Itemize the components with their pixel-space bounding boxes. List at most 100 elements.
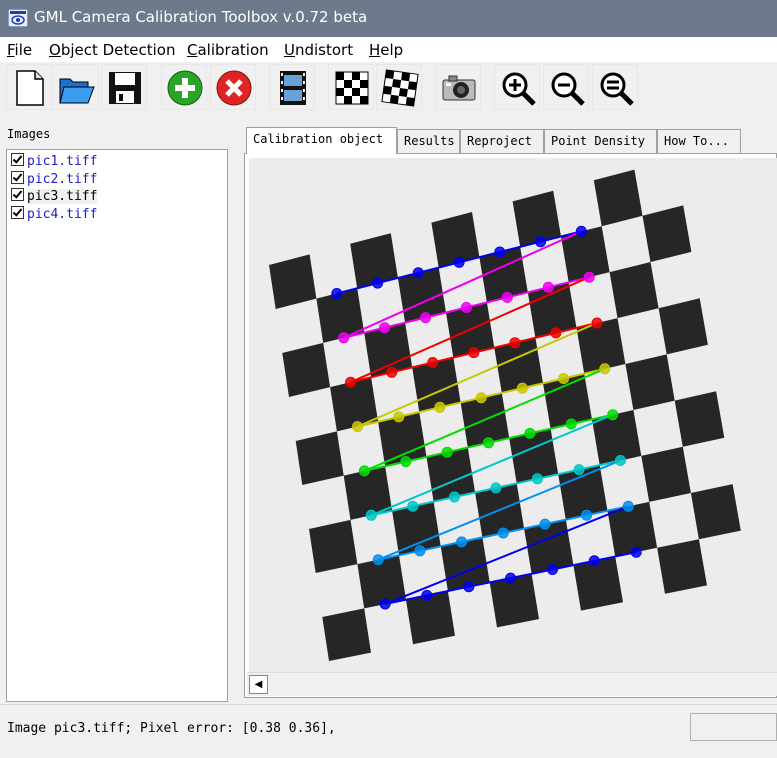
status-text: Image pic3.tiff; Pixel error: [0.38 0.36… (7, 721, 336, 736)
detected-corner-point (531, 473, 543, 485)
board-square (322, 608, 371, 661)
detected-corner-point (421, 589, 433, 601)
detected-corner-point (583, 271, 595, 283)
detected-corner-point (558, 373, 570, 384)
calibration-board-svg (249, 158, 777, 674)
new-button[interactable] (6, 64, 52, 110)
video-button[interactable] (269, 64, 315, 110)
detected-corner-point (607, 409, 619, 421)
detected-corner-point (490, 482, 502, 494)
detected-corner-point (573, 464, 585, 476)
detected-corner-point (372, 554, 384, 566)
detect-button[interactable] (328, 64, 374, 110)
title-bar: GML Camera Calibration Toolbox v.0.72 be… (0, 0, 777, 37)
detected-corner-point (565, 418, 577, 430)
detected-corner-point (427, 357, 439, 368)
checkbox[interactable] (11, 171, 24, 184)
tab-results[interactable]: Results (397, 129, 460, 153)
image-filename: pic3.tiff (27, 189, 98, 204)
detected-corner-point (483, 437, 494, 449)
calibration-image[interactable] (249, 158, 777, 674)
detected-corner-point (591, 317, 603, 329)
detect-all-button[interactable] (376, 64, 422, 110)
calibrate-button[interactable] (435, 64, 481, 110)
camera-icon (442, 75, 476, 101)
detected-corner-point (599, 363, 611, 375)
tab-point-density[interactable]: Point Density (544, 129, 657, 153)
detected-corner-point (338, 332, 350, 344)
detected-corner-point (372, 277, 384, 289)
zoom-out-icon (551, 72, 585, 106)
menu-file-rest: ile (14, 41, 33, 59)
menu-file-mnemonic: F (7, 41, 15, 59)
list-item[interactable]: pic1.tiff (11, 153, 97, 169)
menu-undistort-rest: ndistort (294, 41, 354, 59)
board-square (609, 262, 659, 319)
board-square (657, 539, 707, 594)
scroll-left-arrow-icon[interactable]: ◀ (249, 675, 268, 694)
detected-corner-point (539, 518, 551, 530)
save-button[interactable] (101, 64, 147, 110)
window-title: GML Camera Calibration Toolbox v.0.72 be… (34, 8, 368, 26)
menu-object-detection[interactable]: Object Detection (49, 41, 176, 59)
detected-corner-point (386, 366, 398, 378)
detected-corner-point (379, 322, 391, 334)
detected-corner-point (630, 546, 642, 558)
tab-reproject[interactable]: Reproject (460, 129, 544, 153)
image-filename: pic4.tiff (27, 207, 98, 222)
menu-help-mnemonic: H (369, 41, 381, 59)
checkerboard-alt-icon (381, 69, 419, 107)
zoom-fit-button[interactable] (592, 64, 638, 110)
detected-corner-point (460, 302, 472, 313)
detected-corner-point (524, 427, 536, 439)
detected-corner-point (622, 500, 634, 512)
detected-corner-point (535, 236, 547, 248)
detected-corner-point (547, 564, 558, 575)
checkbox[interactable] (11, 188, 24, 201)
list-item-selected[interactable]: pic3.tiff (11, 188, 98, 204)
detected-corner-point (345, 376, 357, 388)
detected-corner-point (516, 382, 528, 394)
menu-help[interactable]: Help (369, 41, 403, 59)
detected-corner-point (494, 246, 506, 258)
detected-corner-point (581, 509, 593, 521)
detected-corner-point (588, 555, 600, 567)
detected-corner-point (497, 527, 509, 539)
board-square (674, 391, 725, 447)
remove-image-button[interactable] (210, 64, 256, 110)
detected-corner-point (448, 491, 460, 503)
menu-file[interactable]: File (7, 41, 32, 59)
menu-calibration[interactable]: Calibration (187, 41, 269, 59)
board-square (641, 446, 691, 502)
detected-corner-point (441, 446, 453, 458)
status-bar: Image pic3.tiff; Pixel error: [0.38 0.36… (0, 704, 777, 758)
add-image-button[interactable] (161, 64, 207, 110)
detected-corner-point (434, 401, 446, 413)
tab-how-to[interactable]: How To... (657, 129, 741, 153)
detected-corner-point (358, 465, 370, 477)
list-item[interactable]: pic4.tiff (11, 206, 97, 222)
images-label: Images (7, 127, 51, 141)
detected-corner-point (453, 256, 465, 268)
detected-corner-point (420, 312, 431, 324)
horizontal-scrollbar[interactable]: ◀ (247, 672, 777, 696)
open-button[interactable] (53, 64, 99, 110)
zoom-fit-icon (600, 72, 634, 106)
detected-corner-point (331, 288, 343, 299)
tab-calibration-object[interactable]: Calibration object (246, 127, 397, 154)
menu-bar: File Object Detection Calibration Undist… (0, 37, 777, 62)
save-disk-icon (109, 72, 141, 104)
checkbox[interactable] (11, 153, 24, 166)
list-item[interactable]: pic2.tiff (11, 171, 97, 187)
images-list[interactable]: pic1.tiff pic2.tiff pic3.tiff pic4.tiff (6, 149, 228, 702)
image-view[interactable] (244, 153, 777, 698)
zoom-out-button[interactable] (543, 64, 589, 110)
menu-undistort[interactable]: Undistort (284, 41, 353, 59)
detected-corner-point (475, 392, 487, 404)
checkbox[interactable] (11, 206, 24, 219)
detected-corner-point (407, 500, 419, 512)
detected-corner-point (379, 598, 391, 610)
menu-calibration-mnemonic: C (187, 41, 198, 59)
zoom-in-button[interactable] (494, 64, 540, 110)
detected-corner-point (400, 456, 412, 468)
